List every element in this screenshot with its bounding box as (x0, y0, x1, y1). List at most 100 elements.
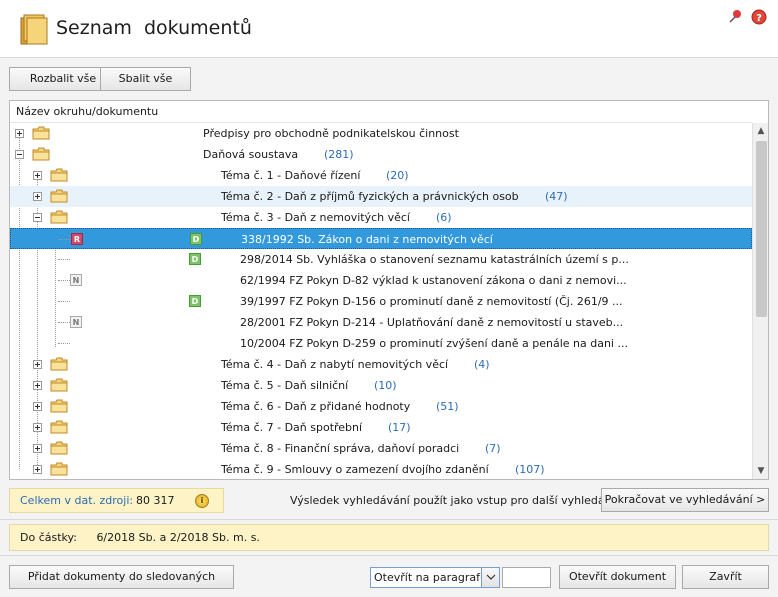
folder-icon (50, 420, 68, 434)
tree-item-label: Téma č. 7 - Daň spotřební (221, 421, 363, 434)
expand-icon[interactable] (33, 381, 42, 390)
tree-item-label: Téma č. 8 - Finanční správa, daňoví pora… (221, 442, 460, 455)
tree-connector (58, 301, 70, 302)
column-header[interactable]: Název okruhu/dokumentu (10, 101, 752, 123)
tree-item-count: (6) (436, 211, 452, 224)
folder-icon (50, 399, 68, 413)
collapse-icon[interactable] (15, 150, 24, 159)
scroll-up-icon[interactable]: ▲ (753, 123, 768, 139)
tree-item-count: (107) (515, 463, 545, 476)
document-badge-icon: D (189, 295, 201, 307)
help-icon[interactable]: ? (751, 9, 767, 25)
folder-icon (50, 441, 68, 455)
chevron-down-icon[interactable] (481, 568, 499, 587)
search-hint: Výsledek vyhledávání použít jako vstup p… (290, 494, 632, 507)
pin-icon[interactable] (727, 9, 743, 25)
document-title: 28/2001 FZ Pokyn D-214 - Uplatňování dan… (240, 316, 624, 329)
status-bar: Celkem v dat. zdroji: 80 317 i Výsledek … (0, 482, 778, 518)
tree-document-row[interactable]: N 28/2001 FZ Pokyn D-214 - Uplatňování da… (10, 312, 752, 333)
tree-item-label: Téma č. 9 - Smlouvy o zamezení dvojího z… (221, 463, 489, 476)
total-count-box: Celkem v dat. zdroji: 80 317 i (9, 488, 224, 513)
folder-icon (50, 378, 68, 392)
tree-folder-row[interactable]: Téma č. 1 - Daňové řízení (20) (10, 165, 752, 186)
collapse-icon[interactable] (33, 213, 42, 222)
document-badge-icon: D (189, 253, 201, 265)
document-title: 62/1994 FZ Pokyn D-82 výklad k ustanoven… (240, 274, 627, 287)
tree-folder-row[interactable]: Téma č. 4 - Daň z nabytí nemovitých věcí… (10, 354, 752, 375)
note-badge-icon: N (70, 274, 82, 286)
tree-connector (58, 259, 70, 260)
tree-folder-row[interactable]: Téma č. 7 - Daň spotřební (17) (10, 417, 752, 438)
folder-icon (50, 462, 68, 476)
scroll-thumb[interactable] (756, 141, 767, 317)
expand-icon[interactable] (33, 360, 42, 369)
issue-box: Do částky: 6/2018 Sb. a 2/2018 Sb. m. s. (9, 524, 769, 551)
paragraph-select[interactable]: Otevřít na paragrafu: (370, 567, 500, 588)
svg-text:?: ? (756, 13, 762, 24)
tree-document-row[interactable]: N 62/1994 FZ Pokyn D-82 výklad k ustanove… (10, 270, 752, 291)
tree-connector (58, 322, 70, 323)
expand-icon[interactable] (15, 129, 24, 138)
document-title: 338/1992 Sb. Zákon o dani z nemovitých v… (241, 233, 493, 246)
tree-item-count: (51) (436, 400, 459, 413)
document-title: 10/2004 FZ Pokyn D-259 o prominutí zvýše… (240, 337, 628, 350)
tree-item-label: Téma č. 6 - Daň z přidané hodnoty (221, 400, 411, 413)
page-title: Seznam dokumentů (56, 17, 252, 39)
total-label: Celkem v dat. zdroji: (20, 494, 134, 507)
tree-document-row[interactable]: 10/2004 FZ Pokyn D-259 o prominutí zvýše… (10, 333, 752, 354)
tree-connector (58, 280, 70, 281)
vertical-scrollbar[interactable]: ▲ ▼ (752, 123, 768, 479)
issue-value: 6/2018 Sb. a 2/2018 Sb. m. s. (96, 531, 260, 544)
tree-folder-row[interactable]: Předpisy pro obchodně podnikatelskou čin… (10, 123, 752, 144)
expand-icon[interactable] (33, 465, 42, 474)
tree-document-row[interactable]: D 298/2014 Sb. Vyhláška o stanovení sezna… (10, 249, 752, 270)
collapse-all-button[interactable]: Sbalit vše (100, 67, 191, 91)
close-button[interactable]: Zavřít (682, 565, 769, 589)
restricted-badge-icon: R (71, 233, 83, 245)
total-value: 80 317 (136, 494, 175, 507)
divider (0, 555, 778, 556)
divider (0, 519, 778, 520)
paragraph-input[interactable] (502, 567, 551, 588)
expand-icon[interactable] (33, 444, 42, 453)
folder-icon (32, 126, 50, 140)
expand-icon[interactable] (33, 192, 42, 201)
tree-folder-row[interactable]: Téma č. 6 - Daň z přidané hodnoty (51) (10, 396, 752, 417)
scroll-down-icon[interactable]: ▼ (753, 463, 768, 479)
tree-connector (58, 343, 70, 344)
add-to-watched-button[interactable]: Přidat dokumenty do sledovaných (9, 565, 234, 589)
folder-icon (50, 189, 68, 203)
title-bar: Seznam dokumentů ? (0, 0, 778, 58)
tree-item-count: (20) (386, 169, 409, 182)
tree-item-label: Daňová soustava (203, 148, 299, 161)
folder-icon (50, 210, 68, 224)
document-tree[interactable]: Název okruhu/dokumentu Předpisy pro obch… (9, 100, 769, 480)
tree-folder-row[interactable]: Téma č. 2 - Daň z příjmů fyzických a prá… (10, 186, 752, 207)
tree-folder-row[interactable]: Daňová soustava (281) (10, 144, 752, 165)
expand-icon[interactable] (33, 423, 42, 432)
expand-icon[interactable] (33, 402, 42, 411)
document-title: 298/2014 Sb. Vyhláška o stanovení seznam… (240, 253, 629, 266)
open-document-button[interactable]: Otevřít dokument (559, 565, 676, 589)
tree-item-count: (7) (485, 442, 501, 455)
note-badge-icon: N (70, 316, 82, 328)
tree-item-count: (10) (374, 379, 397, 392)
tree-item-label: Téma č. 4 - Daň z nabytí nemovitých věcí (221, 358, 449, 371)
tree-document-row[interactable]: R D 338/1992 Sb. Zákon o dani z nemovitých… (10, 228, 752, 249)
tree-connector (59, 239, 71, 240)
tree-folder-row[interactable]: Téma č. 9 - Smlouvy o zamezení dvojího z… (10, 459, 752, 479)
paragraph-select-value: Otevřít na paragrafu: (374, 571, 491, 584)
tree-item-count: (4) (474, 358, 490, 371)
tree-item-label: Téma č. 1 - Daňové řízení (221, 169, 361, 182)
tree-item-label: Téma č. 5 - Daň silniční (221, 379, 349, 392)
expand-icon[interactable] (33, 171, 42, 180)
folder-icon (50, 357, 68, 371)
tree-folder-row[interactable]: Téma č. 3 - Daň z nemovitých věcí (6) (10, 207, 752, 228)
tree-item-count: (281) (324, 148, 354, 161)
tree-folder-row[interactable]: Téma č. 8 - Finanční správa, daňoví pora… (10, 438, 752, 459)
tree-document-row[interactable]: D 39/1997 FZ Pokyn D-156 o prominutí daně… (10, 291, 752, 312)
info-icon[interactable]: i (195, 494, 209, 508)
tree-item-label: Téma č. 2 - Daň z příjmů fyzických a prá… (221, 190, 519, 203)
tree-folder-row[interactable]: Téma č. 5 - Daň silniční (10) (10, 375, 752, 396)
continue-search-button[interactable]: Pokračovat ve vyhledávání > (601, 488, 769, 512)
